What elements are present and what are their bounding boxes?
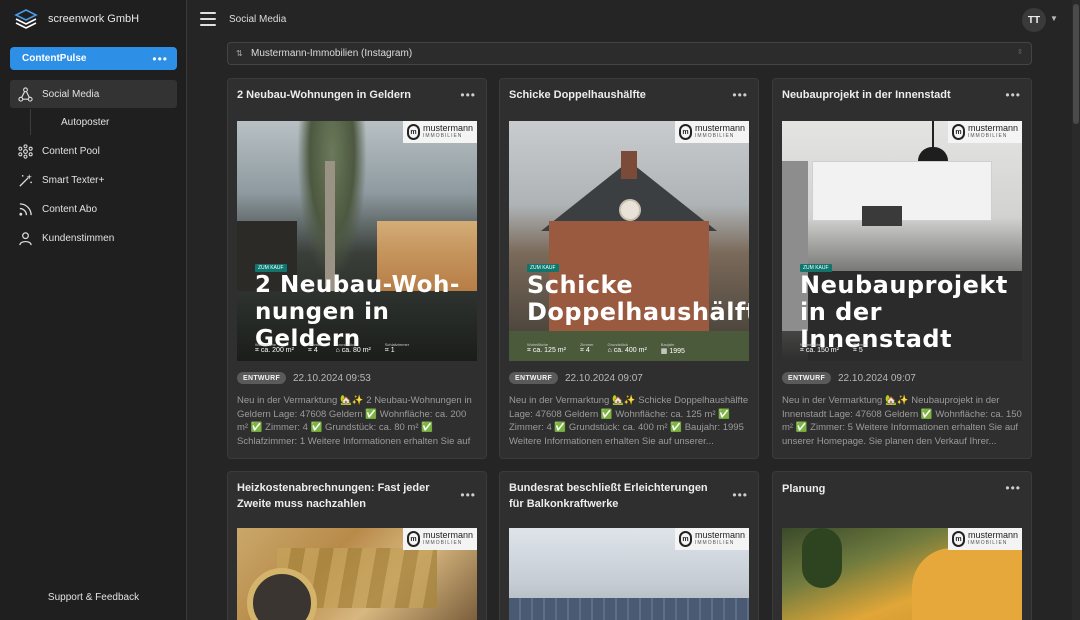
image-tag: ZUM KAUF	[255, 264, 287, 272]
lamp-cord	[932, 121, 934, 149]
sidebar-item-label: Social Media	[42, 88, 100, 100]
stack-logo-icon	[14, 9, 38, 29]
workspace-label: ContentPulse	[22, 53, 87, 64]
image-heading: SchickeDoppelhaushälfte	[527, 271, 749, 326]
sidebar-item-label: Kundenstimmen	[42, 232, 115, 244]
post-description: Neu in der Vermarktung 🏡✨ Neubauprojekt …	[782, 395, 1022, 447]
more-icon[interactable]: •••	[1005, 88, 1021, 102]
magic-wand-icon	[18, 173, 33, 188]
more-icon[interactable]: •••	[732, 488, 748, 502]
brand-logo: m mustermann IMMOBILIEN	[403, 121, 477, 143]
round-window	[619, 199, 641, 221]
account-select-value: Mustermann-Immobilien (Instagram)	[251, 48, 413, 59]
sidebar-nav: Social Media Autoposter Content Pool Sma…	[10, 80, 177, 253]
more-icon[interactable]: •••	[732, 88, 748, 102]
support-feedback-link[interactable]: Support & Feedback	[0, 592, 187, 603]
chevron-down-icon[interactable]: ▼	[1050, 14, 1058, 23]
post-card[interactable]: Schicke Doppelhaushälfte ••• m musterman…	[499, 78, 759, 459]
scrollbar-thumb[interactable]	[1073, 4, 1079, 124]
logo-mark-icon: m	[679, 531, 692, 547]
sidebar-item-kundenstimmen[interactable]: Kundenstimmen	[10, 224, 177, 252]
post-image[interactable]: m mustermann IMMOBILIEN	[509, 528, 749, 620]
account-select[interactable]: ⇅ Mustermann-Immobilien (Instagram) ⇳	[227, 42, 1032, 65]
sidebar: screenwork GmbH ContentPulse ••• Social …	[0, 0, 187, 620]
sidebar-item-label: Content Pool	[42, 145, 100, 157]
brand[interactable]: screenwork GmbH	[14, 8, 139, 30]
pendant-lamp	[918, 147, 948, 161]
logo-mark-icon: m	[679, 124, 692, 140]
network-icon	[18, 86, 33, 102]
post-card[interactable]: Bundesrat beschließt Erleichterungen für…	[499, 471, 759, 620]
avatar[interactable]: TT	[1022, 8, 1046, 32]
timestamp: 22.10.2024 09:07	[565, 373, 643, 384]
sidebar-item-label: Smart Texter+	[42, 174, 105, 186]
post-image[interactable]: m mustermann IMMOBILIEN	[237, 528, 477, 620]
post-title: Schicke Doppelhaushälfte	[509, 89, 646, 101]
post-title: Heizkostenabrechnungen: Fast jeder Zweit…	[237, 482, 430, 510]
menu-toggle-icon[interactable]	[200, 12, 216, 26]
post-card[interactable]: Planung ••• m mustermann IMMOBILIEN	[772, 471, 1032, 620]
plant	[802, 528, 842, 588]
more-icon[interactable]: •••	[152, 53, 168, 65]
post-title: Neubauprojekt in der Innenstadt	[782, 89, 951, 101]
image-heading: Neubauprojekt in der Innenstadt	[800, 271, 1008, 353]
microwave	[862, 206, 902, 226]
brand-logo: m mustermann IMMOBILIEN	[948, 121, 1022, 143]
post-image[interactable]: m mustermann IMMOBILIEN ZUM KAUF 2 Neubau…	[237, 121, 477, 361]
image-heading: 2 Neubau-Woh-nungen in Geldern	[255, 272, 460, 352]
status-badge: ENTWURF	[782, 372, 832, 384]
post-card[interactable]: Heizkostenabrechnungen: Fast jeder Zweit…	[227, 471, 487, 620]
rss-icon	[18, 202, 33, 217]
post-title: Bundesrat beschließt Erleichterungen für…	[509, 482, 708, 510]
post-description: Neu in der Vermarktung 🏡✨ Schicke Doppel…	[509, 395, 749, 447]
post-description: Neu in der Vermarktung 🏡✨ 2 Neubau-Wohnu…	[237, 395, 472, 447]
more-icon[interactable]: •••	[460, 88, 476, 102]
upper-cabinets	[812, 161, 992, 221]
sidebar-item-social-media[interactable]: Social Media	[10, 80, 177, 108]
post-title: 2 Neubau-Wohnungen in Geldern	[237, 89, 411, 101]
status-badge: ENTWURF	[237, 372, 287, 384]
sidebar-subitem-autoposter[interactable]: Autoposter	[30, 109, 177, 135]
solar-panels	[509, 598, 749, 620]
yellow-jacket	[912, 548, 1022, 620]
image-facts: Wohnfläche ⌗ ca. 200 m² Zimmer ⌗ 4 Grundst…	[255, 342, 410, 354]
logo-mark-icon: m	[952, 531, 965, 547]
post-image[interactable]: m mustermann IMMOBILIEN ZUM KAUF Schicke D…	[509, 121, 749, 361]
brand-logo: m mustermann IMMOBILIEN	[403, 528, 477, 550]
swap-icon: ⇅	[236, 49, 243, 58]
sidebar-item-label: Content Abo	[42, 203, 98, 215]
more-icon[interactable]: •••	[1005, 481, 1021, 495]
chimney	[621, 151, 637, 179]
page-title: Social Media	[229, 14, 287, 25]
more-icon[interactable]: •••	[460, 488, 476, 502]
image-facts: Wohnfläche ⌗ ca. 125 m² Zimmer ⌗ 4 Grundst…	[527, 342, 685, 355]
sidebar-item-smart-texter[interactable]: Smart Texter+	[10, 166, 177, 194]
brand-logo: m mustermann IMMOBILIEN	[675, 121, 749, 143]
timestamp: 22.10.2024 09:53	[293, 373, 371, 384]
pool-icon	[18, 143, 33, 159]
logo-mark-icon: m	[407, 531, 420, 547]
brand-name: screenwork GmbH	[48, 13, 140, 25]
post-card[interactable]: Neubauprojekt in der Innenstadt ••• m mu…	[772, 78, 1032, 459]
image-facts: Wohnfläche ⌗ ca. 150 m² Zimmer ⌗ 5	[800, 342, 867, 354]
person-icon	[18, 231, 33, 246]
post-image[interactable]: m mustermann IMMOBILIEN	[782, 528, 1022, 620]
logo-mark-icon: m	[952, 124, 965, 140]
post-image[interactable]: m mustermann IMMOBILIEN ZUM KAUF Neubaupr…	[782, 121, 1022, 361]
post-title: Planung	[782, 483, 826, 495]
select-arrows-icon: ⇳	[1017, 49, 1023, 56]
brand-logo: m mustermann IMMOBILIEN	[948, 528, 1022, 550]
sidebar-subitem-label: Autoposter	[61, 116, 110, 128]
brand-logo: m mustermann IMMOBILIEN	[675, 528, 749, 550]
logo-mark-icon: m	[407, 124, 420, 140]
post-card[interactable]: 2 Neubau-Wohnungen in Geldern ••• m must…	[227, 78, 487, 459]
sidebar-item-content-abo[interactable]: Content Abo	[10, 195, 177, 223]
scrollbar[interactable]	[1072, 0, 1080, 620]
workspace-selector[interactable]: ContentPulse •••	[10, 47, 177, 70]
timestamp: 22.10.2024 09:07	[838, 373, 916, 384]
status-badge: ENTWURF	[509, 372, 559, 384]
sidebar-item-content-pool[interactable]: Content Pool	[10, 137, 177, 165]
